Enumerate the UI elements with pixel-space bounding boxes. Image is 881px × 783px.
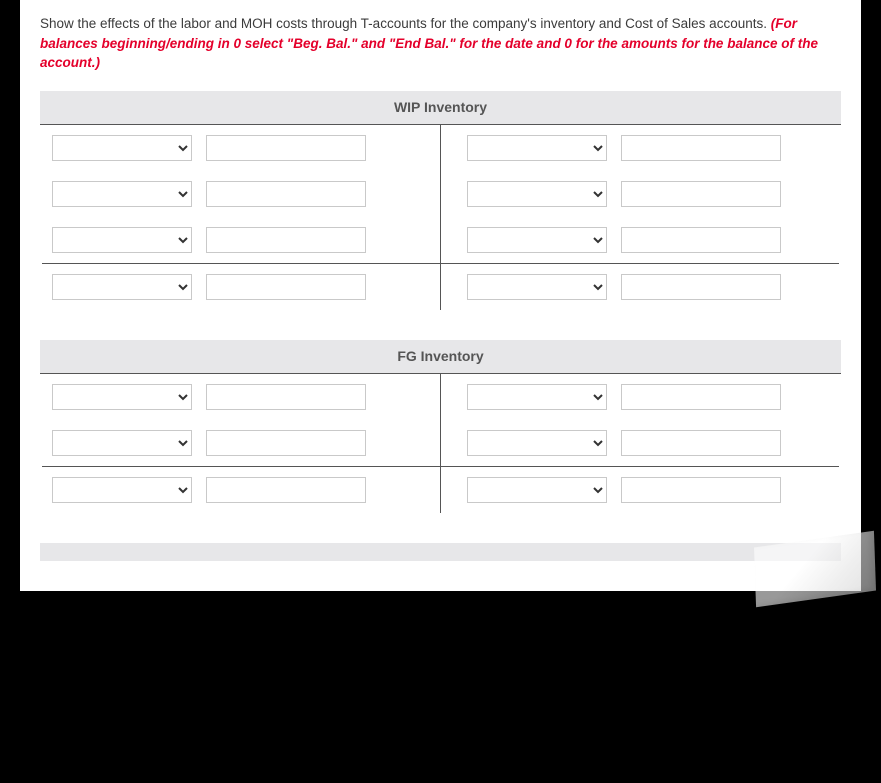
wip-t-account (40, 125, 841, 310)
date-select[interactable] (52, 477, 192, 503)
amount-input[interactable] (206, 135, 366, 161)
amount-input[interactable] (621, 135, 781, 161)
fg-t-account (40, 374, 841, 513)
debit-cell (40, 171, 441, 217)
table-row (40, 125, 841, 171)
debit-cell (40, 467, 441, 513)
date-select[interactable] (52, 384, 192, 410)
date-select[interactable] (467, 384, 607, 410)
table-row (40, 374, 841, 420)
amount-input[interactable] (206, 430, 366, 456)
date-select[interactable] (52, 274, 192, 300)
fg-account: FG Inventory (40, 340, 841, 513)
wip-account: WIP Inventory (40, 91, 841, 310)
amount-input[interactable] (621, 477, 781, 503)
amount-input[interactable] (621, 274, 781, 300)
debit-cell (40, 125, 441, 171)
worksheet-page: Show the effects of the labor and MOH co… (20, 0, 861, 591)
date-select[interactable] (467, 477, 607, 503)
amount-input[interactable] (206, 384, 366, 410)
credit-cell (441, 264, 842, 310)
amount-input[interactable] (206, 477, 366, 503)
amount-input[interactable] (206, 181, 366, 207)
balance-row (40, 264, 841, 310)
date-select[interactable] (52, 181, 192, 207)
credit-cell (441, 420, 842, 466)
table-row (40, 217, 841, 263)
date-select[interactable] (52, 227, 192, 253)
amount-input[interactable] (621, 227, 781, 253)
date-select[interactable] (467, 430, 607, 456)
debit-cell (40, 420, 441, 466)
credit-cell (441, 467, 842, 513)
date-select[interactable] (467, 274, 607, 300)
amount-input[interactable] (621, 384, 781, 410)
date-select[interactable] (467, 227, 607, 253)
debit-cell (40, 217, 441, 263)
amount-input[interactable] (621, 430, 781, 456)
credit-cell (441, 125, 842, 171)
fg-title: FG Inventory (40, 340, 841, 374)
credit-cell (441, 171, 842, 217)
debit-cell (40, 264, 441, 310)
wip-title: WIP Inventory (40, 91, 841, 125)
amount-input[interactable] (206, 274, 366, 300)
table-row (40, 171, 841, 217)
instructions: Show the effects of the labor and MOH co… (40, 14, 841, 73)
table-row (40, 420, 841, 466)
date-select[interactable] (52, 430, 192, 456)
date-select[interactable] (467, 181, 607, 207)
date-select[interactable] (467, 135, 607, 161)
amount-input[interactable] (621, 181, 781, 207)
balance-row (40, 467, 841, 513)
credit-cell (441, 374, 842, 420)
instruction-text: Show the effects of the labor and MOH co… (40, 16, 767, 31)
debit-cell (40, 374, 441, 420)
next-account-header (40, 543, 841, 561)
date-select[interactable] (52, 135, 192, 161)
credit-cell (441, 217, 842, 263)
amount-input[interactable] (206, 227, 366, 253)
